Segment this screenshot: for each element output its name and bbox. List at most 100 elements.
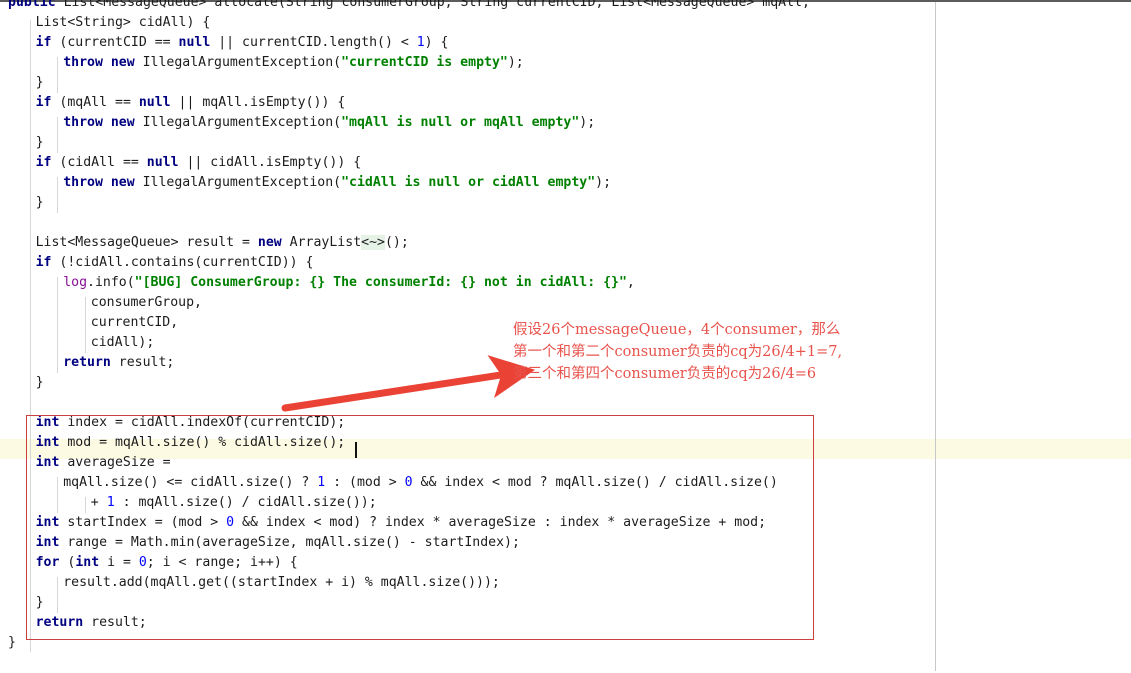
code-token: if: [35, 255, 60, 270]
code-token: ) {: [424, 35, 449, 50]
text-caret: [355, 442, 357, 458]
code-token: }: [8, 635, 16, 650]
code-token: startIndex = (mod >: [67, 515, 227, 530]
code-token: throw new: [63, 175, 143, 190]
code-line[interactable]: [8, 393, 16, 413]
code-line[interactable]: }: [36, 133, 44, 153]
code-line[interactable]: throw new IllegalArgumentException("mqAl…: [63, 113, 595, 133]
code-token: }: [35, 75, 44, 90]
code-line[interactable]: if (!cidAll.contains(currentCID)) {: [36, 253, 314, 273]
annotation-line: 第三个和第四个consumer负责的cq为26/4=6: [513, 366, 817, 382]
code-token: IllegalArgumentException(: [142, 115, 342, 130]
code-token: && index < mod ? mqAll.size() / cidAll.s…: [412, 475, 778, 490]
code-line[interactable]: currentCID,: [91, 313, 178, 333]
code-token: "currentCID is empty": [341, 55, 508, 70]
code-line[interactable]: int index = cidAll.indexOf(currentCID);: [36, 413, 346, 433]
code-line[interactable]: }: [36, 73, 44, 93]
code-token: new: [257, 235, 290, 250]
code-token: mod = mqAll.size() % cidAll.size();: [67, 435, 346, 450]
code-token: (currentCID ==: [59, 35, 179, 50]
code-line[interactable]: cidAll);: [91, 333, 155, 353]
code-line[interactable]: int averageSize =: [36, 453, 171, 473]
code-line[interactable]: throw new IllegalArgumentException("cidA…: [63, 173, 611, 193]
code-line[interactable]: if (cidAll == null || cidAll.isEmpty()) …: [36, 153, 362, 173]
code-token: currentCID,: [90, 315, 179, 330]
right-margin-guide: [935, 2, 936, 671]
code-token: );: [579, 115, 596, 130]
code-token: mqAll.size() <= cidAll.size() ?: [63, 475, 318, 490]
code-token: result.add(mqAll.get((startIndex + i) % …: [63, 575, 500, 590]
code-token: IllegalArgumentException(: [142, 55, 342, 70]
code-line[interactable]: }: [8, 633, 16, 653]
code-token: 0: [226, 515, 235, 530]
code-token: : (mod >: [325, 475, 405, 490]
indent-guide: [85, 497, 86, 513]
code-token: int: [75, 555, 108, 570]
code-token: ,: [626, 275, 635, 290]
code-line[interactable]: if (mqAll == null || mqAll.isEmpty()) {: [36, 93, 346, 113]
code-line[interactable]: result.add(mqAll.get((startIndex + i) % …: [63, 573, 500, 593]
code-line[interactable]: int range = Math.min(averageSize, mqAll.…: [36, 533, 520, 553]
code-token: 0: [404, 475, 413, 490]
code-line[interactable]: return result;: [63, 353, 174, 373]
code-token: "[BUG] ConsumerGroup: {} The consumerId:…: [134, 275, 627, 290]
code-token: int: [35, 515, 68, 530]
code-token: "mqAll is null or mqAll empty": [341, 115, 580, 130]
code-token: averageSize =: [67, 455, 171, 470]
code-token: throw new: [63, 115, 143, 130]
code-line[interactable]: + 1 : mqAll.size() / cidAll.size());: [91, 493, 377, 513]
code-line[interactable]: return result;: [36, 613, 147, 633]
code-token: result;: [118, 355, 175, 370]
indent-guide: [57, 177, 58, 213]
code-line[interactable]: for (int i = 0; i < range; i++) {: [36, 553, 298, 573]
code-token: || cidAll.isEmpty()) {: [178, 155, 362, 170]
code-token: int: [35, 535, 68, 550]
code-token: null: [146, 155, 179, 170]
code-token: return: [63, 355, 119, 370]
code-line[interactable]: [8, 213, 16, 233]
code-token: List<MessageQueue> result =: [35, 235, 258, 250]
code-token: || mqAll.isEmpty()) {: [170, 95, 346, 110]
code-token: (cidAll ==: [59, 155, 147, 170]
code-token: (mqAll ==: [59, 95, 139, 110]
code-line[interactable]: throw new IllegalArgumentException("curr…: [63, 53, 524, 73]
annotation-line: 第一个和第二个consumer负责的cq为26/4+1=7,: [513, 344, 843, 360]
code-line[interactable]: }: [36, 593, 44, 613]
code-token: throw new: [63, 55, 143, 70]
code-token: i =: [107, 555, 139, 570]
code-line[interactable]: int mod = mqAll.size() % cidAll.size();: [36, 433, 346, 453]
code-token: }: [35, 195, 44, 210]
annotation-text: 假设26个messageQueue，4个consumer，那么 第一个和第二个co…: [513, 319, 842, 385]
code-token: null: [138, 95, 171, 110]
code-line[interactable]: mqAll.size() <= cidAll.size() ? 1 : (mod…: [63, 473, 778, 493]
code-token: log: [63, 275, 88, 290]
code-token: cidAll);: [90, 335, 155, 350]
code-editor[interactable]: public List<MessageQueue> allocate(Strin…: [0, 0, 1131, 671]
annotation-line: 假设26个messageQueue，4个consumer，那么: [513, 322, 841, 338]
code-line[interactable]: List<MessageQueue> result = new ArrayLis…: [36, 233, 409, 253]
indent-guide: [57, 577, 58, 613]
indent-guide: [85, 297, 86, 353]
code-token: index = cidAll.indexOf(currentCID);: [67, 415, 346, 430]
code-token: return: [35, 615, 92, 630]
code-token: range = Math.min(averageSize, mqAll.size…: [67, 535, 520, 550]
code-token: 0: [138, 555, 147, 570]
code-line[interactable]: if (currentCID == null || currentCID.len…: [36, 33, 449, 53]
code-line[interactable]: int startIndex = (mod > 0 && index < mod…: [36, 513, 766, 533]
code-line[interactable]: public List<MessageQueue> allocate(Strin…: [8, 0, 810, 13]
code-token: int: [35, 455, 68, 470]
code-line[interactable]: }: [36, 373, 44, 393]
code-line[interactable]: }: [36, 193, 44, 213]
code-line[interactable]: consumerGroup,: [91, 293, 202, 313]
code-line[interactable]: List<String> cidAll) {: [36, 13, 211, 33]
code-token: || currentCID.length() <: [210, 35, 417, 50]
indent-guide: [57, 477, 58, 513]
code-token: 1: [106, 495, 115, 510]
code-token: }: [35, 135, 44, 150]
code-token: .info(: [87, 275, 135, 290]
code-token: consumerGroup,: [90, 295, 202, 310]
code-line[interactable]: log.info("[BUG] ConsumerGroup: {} The co…: [63, 273, 635, 293]
code-token: 1: [416, 35, 425, 50]
indent-guide: [57, 277, 58, 373]
code-token: && index < mod) ? index * averageSize : …: [234, 515, 767, 530]
